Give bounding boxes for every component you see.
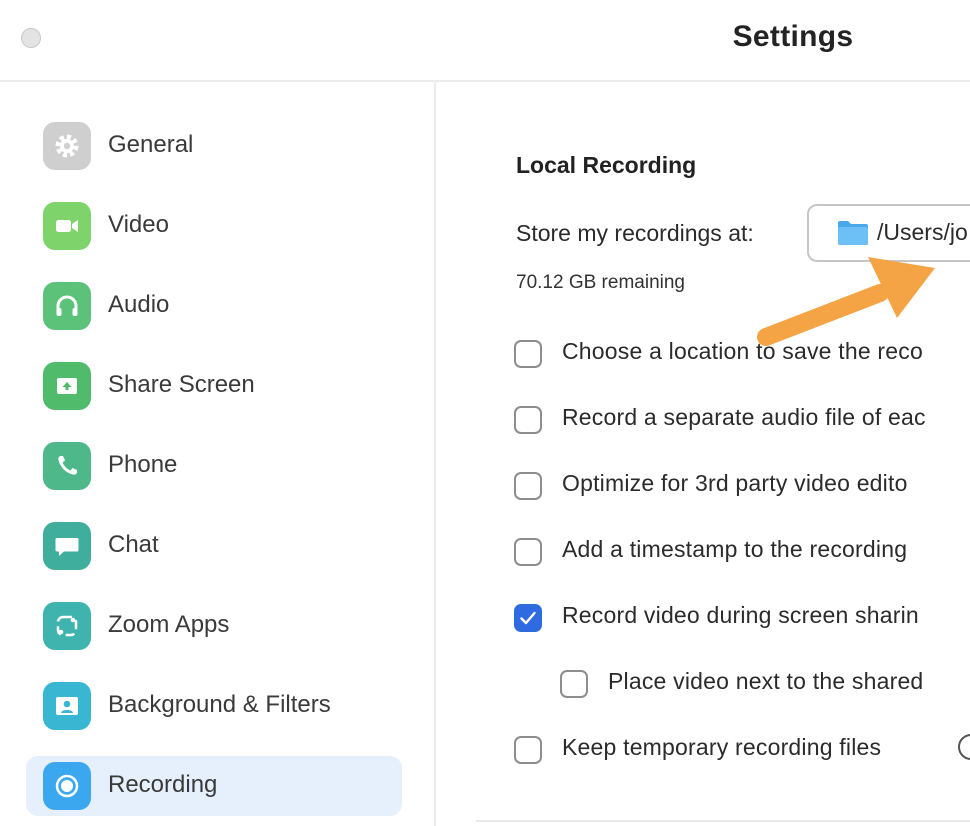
person-background-icon (43, 682, 91, 730)
checkbox[interactable] (514, 538, 542, 566)
video-camera-icon (43, 202, 91, 250)
sidebar-item-share-screen[interactable]: Share Screen (26, 356, 402, 416)
phone-icon (43, 442, 91, 490)
settings-sidebar: General Video Audio Share Screen Phone C… (0, 82, 436, 826)
option-label: Add a timestamp to the recording (562, 536, 908, 562)
checkbox[interactable] (514, 406, 542, 434)
sidebar-item-label: Share Screen (108, 371, 255, 398)
recording-path-field[interactable]: /Users/jo (807, 204, 970, 262)
option-label: Optimize for 3rd party video edito (562, 470, 908, 496)
sidebar-item-background-filters[interactable]: Background & Filters (26, 676, 402, 736)
sidebar-item-label: Recording (108, 771, 218, 798)
sidebar-item-recording[interactable]: Recording (26, 756, 402, 816)
option-label: Place video next to the shared (608, 668, 924, 694)
store-location-label: Store my recordings at: (516, 220, 754, 246)
checkbox-checked[interactable] (514, 604, 542, 632)
option-label: Keep temporary recording files (562, 734, 882, 760)
sidebar-item-label: Phone (108, 451, 178, 478)
checkbox[interactable] (514, 340, 542, 368)
sidebar-item-video[interactable]: Video (26, 196, 402, 256)
checkbox[interactable] (514, 472, 542, 500)
checkbox[interactable] (560, 670, 588, 698)
zoom-apps-icon (43, 602, 91, 650)
checkbox[interactable] (514, 736, 542, 764)
sidebar-item-label: Video (108, 211, 169, 238)
sidebar-item-label: Audio (108, 291, 170, 318)
share-screen-icon (43, 362, 91, 410)
checkmark-icon (520, 611, 536, 625)
sidebar-item-audio[interactable]: Audio (26, 276, 402, 336)
sidebar-item-label: General (108, 131, 194, 158)
folder-icon (838, 221, 868, 245)
sidebar-item-chat[interactable]: Chat (26, 516, 402, 576)
sidebar-item-label: Chat (108, 531, 159, 558)
sidebar-item-zoom-apps[interactable]: Zoom Apps (26, 596, 402, 656)
storage-remaining: 70.12 GB remaining (516, 272, 685, 293)
info-icon[interactable] (958, 734, 970, 760)
sidebar-item-label: Background & Filters (108, 691, 331, 718)
option-label: Record a separate audio file of eac (562, 404, 926, 430)
sidebar-item-label: Zoom Apps (108, 611, 230, 638)
option-label: Choose a location to save the reco (562, 338, 923, 364)
headphones-icon (43, 282, 91, 330)
record-icon (43, 762, 91, 810)
gear-icon (43, 122, 91, 170)
sidebar-item-general[interactable]: General (26, 116, 402, 176)
recording-path-text: /Users/jo (877, 219, 968, 245)
window-title: Settings (732, 20, 854, 53)
sidebar-item-phone[interactable]: Phone (26, 436, 402, 496)
section-title: Local Recording (516, 152, 697, 178)
settings-content: Local Recording Store my recordings at: … (436, 82, 970, 826)
title-bar: Settings (0, 0, 970, 82)
divider (476, 820, 970, 822)
option-label: Record video during screen sharin (562, 602, 919, 628)
chat-bubble-icon (43, 522, 91, 570)
